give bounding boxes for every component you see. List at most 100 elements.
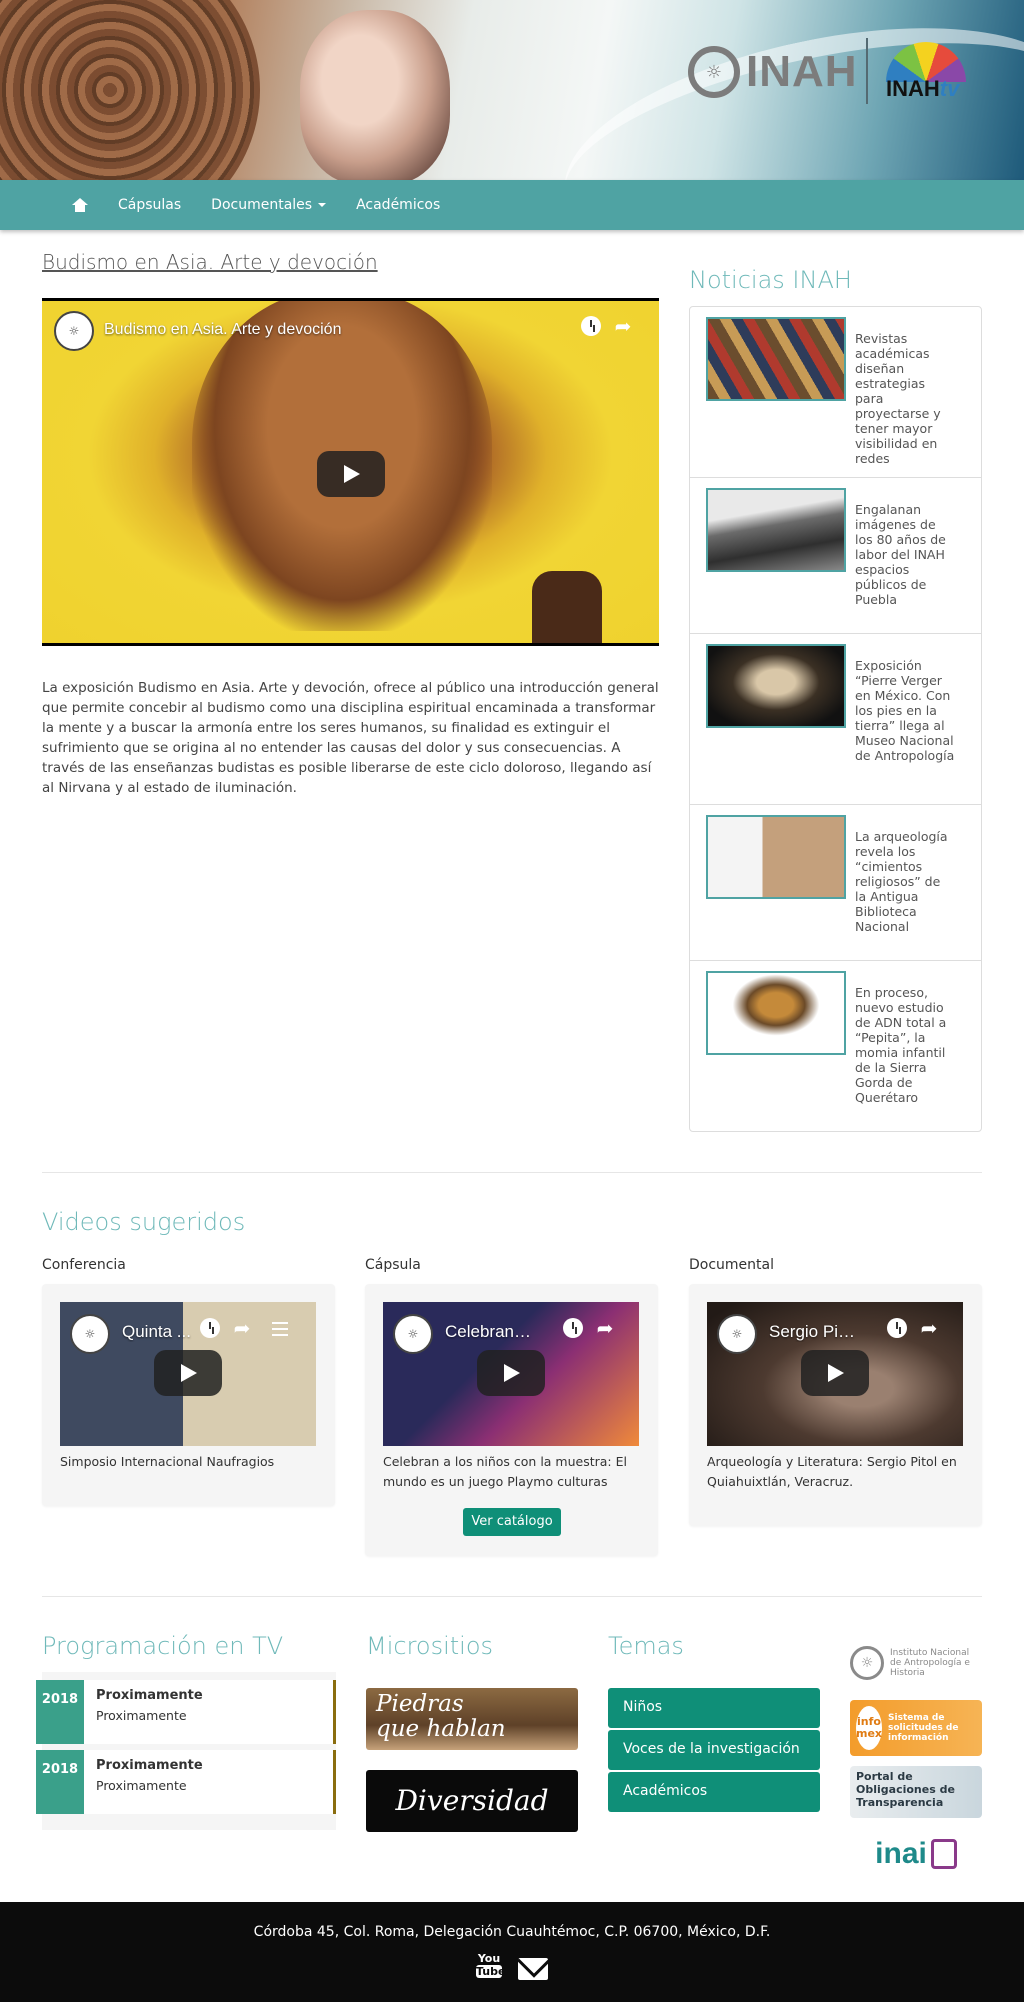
news-thumbnail[interactable]	[706, 488, 846, 572]
logo-divider	[866, 38, 868, 104]
ver-catalogo-button[interactable]: Ver catálogo	[463, 1508, 561, 1536]
programming-item[interactable]: 2018 Proximamente Proximamente	[36, 1750, 336, 1814]
programming-heading: Proximamente	[96, 1688, 203, 1703]
suggested-card: ☼ Sergio Pitol ... ➦ Arqueología y Liter…	[689, 1284, 982, 1526]
inah-institutional-logo[interactable]: ☼ Instituto Nacional de Antropología e H…	[850, 1640, 982, 1686]
news-item[interactable]: Revistas académicas diseñan estrategias …	[690, 307, 981, 478]
microsite-diversidad[interactable]: Diversidad	[366, 1770, 578, 1832]
card-label-capsula: Cápsula	[365, 1257, 421, 1273]
play-button[interactable]	[477, 1350, 545, 1396]
suggested-video-title[interactable]: Sergio Pitol ...	[769, 1322, 859, 1342]
nav-home[interactable]	[72, 198, 88, 212]
inai-text: inai	[875, 1837, 927, 1870]
microsite-line2: que hablan	[376, 1716, 506, 1742]
channel-avatar[interactable]: ☼	[54, 311, 94, 351]
mask-image	[300, 10, 450, 180]
share-icon[interactable]: ➦	[613, 316, 633, 336]
news-headline[interactable]: En proceso, nuevo estudio de ADN total a…	[855, 985, 955, 1105]
nav-academicos[interactable]: Académicos	[356, 197, 440, 213]
news-headline[interactable]: La arqueología revela los “cimientos rel…	[855, 829, 955, 934]
nav-documentales-label: Documentales	[211, 197, 313, 213]
channel-avatar[interactable]: ☼	[717, 1314, 757, 1354]
divider	[42, 1596, 982, 1597]
news-item[interactable]: La arqueología revela los “cimientos rel…	[690, 805, 981, 961]
mail-icon[interactable]	[518, 1958, 548, 1980]
inai-cube-icon	[930, 1839, 957, 1869]
play-button[interactable]	[801, 1350, 869, 1396]
suggested-video-title[interactable]: Celebran a l...	[445, 1322, 535, 1342]
channel-avatar[interactable]: ☼	[70, 1314, 110, 1354]
inah-seal-icon: ☼	[850, 1646, 884, 1680]
news-item[interactable]: En proceso, nuevo estudio de ADN total a…	[690, 961, 981, 1131]
inah-institutional-text: Instituto Nacional de Antropología e His…	[890, 1648, 970, 1678]
suggested-video-player[interactable]: ☼ Celebran a l... ➦	[383, 1302, 639, 1446]
suggested-card: ☼ Celebran a l... ➦ Celebran a los niños…	[365, 1284, 658, 1556]
programming-year: 2018	[36, 1750, 84, 1814]
suggested-caption: Arqueología y Literatura: Sergio Pitol e…	[707, 1454, 957, 1489]
hand-image	[532, 571, 602, 643]
inahtv-logo-text: INAHtv	[886, 76, 960, 101]
news-thumbnail[interactable]	[706, 317, 846, 401]
news-headline[interactable]: Engalanan imágenes de los 80 años de lab…	[855, 502, 955, 607]
suggested-video-player[interactable]: ☼ Sergio Pitol ... ➦	[707, 1302, 963, 1446]
home-icon	[72, 198, 88, 212]
infomex-text: Sistema de solicitudes de información	[888, 1713, 959, 1743]
programming-item[interactable]: 2018 Proximamente Proximamente	[36, 1680, 336, 1744]
infomex-badge: info mex	[856, 1706, 882, 1750]
playlist-icon[interactable]	[272, 1322, 288, 1336]
portal-transparencia-logo[interactable]: Portal de Obligaciones de Transparencia	[850, 1766, 982, 1818]
infomex-logo[interactable]: info mex Sistema de solicitudes de infor…	[850, 1700, 982, 1756]
news-thumbnail[interactable]	[706, 971, 846, 1055]
watch-later-icon[interactable]	[200, 1318, 220, 1338]
programming-subtitle: Proximamente	[96, 1778, 187, 1793]
inah-logo-text: INAH	[746, 47, 858, 96]
news-panel: Revistas académicas diseñan estrategias …	[689, 306, 982, 1132]
video-description: La exposición Budismo en Asia. Arte y de…	[42, 679, 659, 796]
nav-documentales[interactable]: Documentales	[211, 197, 327, 213]
suggested-video-title[interactable]: Quinta ...	[122, 1322, 212, 1342]
footer: Córdoba 45, Col. Roma, Delegación Cuauht…	[0, 1902, 1024, 2002]
topic-voces-button[interactable]: Voces de la investigación	[608, 1730, 820, 1770]
watch-later-icon[interactable]	[563, 1318, 583, 1338]
news-item[interactable]: Exposición “Pierre Verger en México. Con…	[690, 634, 981, 805]
suggested-caption: Simposio Internacional Naufragios	[60, 1454, 275, 1469]
news-headline[interactable]: Revistas académicas diseñan estrategias …	[855, 331, 955, 466]
page-title[interactable]: Budismo en Asia. Arte y devoción	[42, 250, 378, 274]
suggested-videos-title: Videos sugeridos	[42, 1208, 246, 1236]
play-button[interactable]	[317, 451, 385, 497]
share-icon[interactable]: ➦	[595, 1318, 615, 1338]
youtube-icon[interactable]: You Tube	[476, 1952, 505, 1984]
inahtv-logo[interactable]: INAHtv	[886, 42, 972, 106]
main-navbar: Cápsulas Documentales Académicos	[0, 180, 1024, 230]
main-video-player[interactable]: ☼ Budismo en Asia. Arte y devoción ➦	[42, 298, 659, 646]
video-title[interactable]: Budismo en Asia. Arte y devoción	[104, 321, 341, 339]
programming-title: Programación en TV	[42, 1632, 284, 1660]
inah-logo[interactable]: ☼ INAH	[688, 46, 858, 98]
play-button[interactable]	[154, 1350, 222, 1396]
share-icon[interactable]: ➦	[232, 1318, 252, 1338]
channel-avatar[interactable]: ☼	[393, 1314, 433, 1354]
microsite-piedras-que-hablan[interactable]: Piedras que hablan	[366, 1688, 578, 1750]
news-item[interactable]: Engalanan imágenes de los 80 años de lab…	[690, 478, 981, 634]
programming-heading: Proximamente	[96, 1758, 203, 1773]
inai-logo[interactable]: inai	[850, 1832, 982, 1876]
news-headline[interactable]: Exposición “Pierre Verger en México. Con…	[855, 658, 955, 763]
footer-address: Córdoba 45, Col. Roma, Delegación Cuauht…	[253, 1924, 771, 1940]
share-icon[interactable]: ➦	[919, 1318, 939, 1338]
news-thumbnail[interactable]	[706, 644, 846, 728]
nav-capsulas[interactable]: Cápsulas	[118, 197, 181, 213]
suggested-video-player[interactable]: ☼ Quinta ... ➦	[60, 1302, 316, 1446]
sun-stone-image	[0, 0, 260, 180]
divider	[42, 1172, 982, 1173]
topic-academicos-button[interactable]: Académicos	[608, 1772, 820, 1812]
topic-ninos-button[interactable]: Niños	[608, 1688, 820, 1728]
youtube-icon-line1: You	[477, 1952, 501, 1965]
header-banner: ☼ INAH INAHtv	[0, 0, 1024, 180]
inah-glyph-icon: ☼	[688, 46, 740, 98]
watch-later-icon[interactable]	[887, 1318, 907, 1338]
watch-later-icon[interactable]	[581, 316, 601, 336]
news-section-title: Noticias INAH	[689, 266, 852, 294]
suggested-caption: Celebran a los niños con la muestra: El …	[383, 1454, 627, 1489]
news-thumbnail[interactable]	[706, 815, 846, 899]
microsites-title: Micrositios	[366, 1632, 494, 1660]
